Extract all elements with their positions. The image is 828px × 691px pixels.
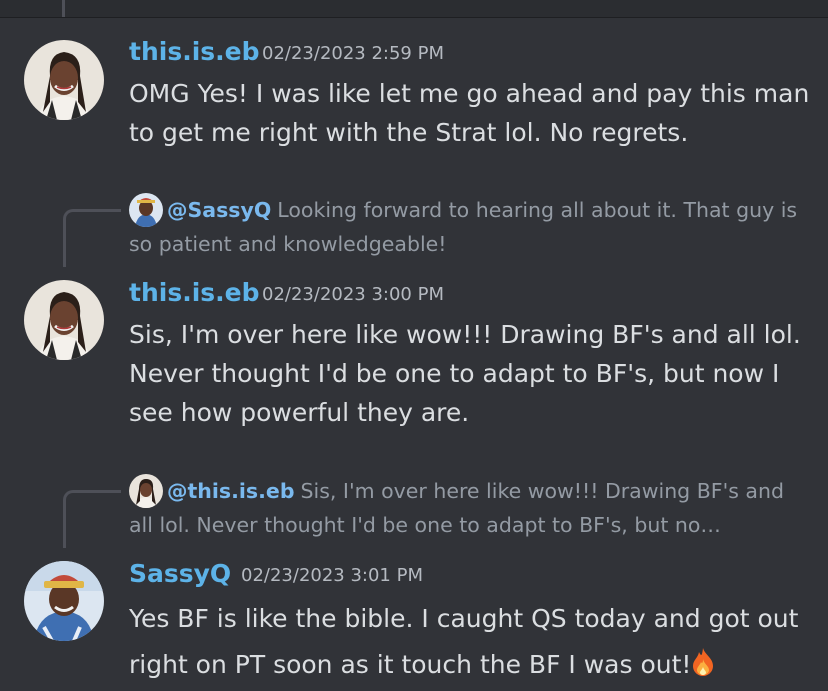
message-timestamp: 02/23/2023 2:59 PM [262,43,444,64]
avatar-this-is-eb-icon [24,40,104,120]
reply-mention[interactable]: @SassyQ [167,198,271,222]
author-name[interactable]: this.is.eb [129,37,260,66]
avatar-this-is-eb-icon [24,280,104,360]
fire-emoji-icon [693,648,714,676]
message-text: OMG Yes! I was like let me go ahead and … [129,79,810,147]
author-name[interactable]: SassyQ [129,559,231,588]
reply-spine [63,209,121,267]
reply-spine [63,490,121,548]
reply-mention[interactable]: @this.is.eb [167,479,295,503]
avatar[interactable] [24,561,104,641]
avatar-sassyq-icon [24,561,104,641]
avatar[interactable] [24,280,104,360]
reply-preview[interactable]: @this.is.eb Sis, I'm over here like wow!!… [129,474,809,542]
reply-spine-stub [62,0,65,17]
message-timestamp: 02/23/2023 3:01 PM [241,565,423,586]
previous-message-strip [0,0,828,18]
author-name[interactable]: this.is.eb [129,278,260,307]
message-text: Sis, I'm over here like wow!!! Drawing B… [129,320,801,427]
reply-preview[interactable]: @SassyQ Looking forward to hearing all ab… [129,193,809,261]
avatar[interactable] [24,40,104,120]
message-text: Yes BF is like the bible. I caught QS to… [129,596,819,688]
message-timestamp: 02/23/2023 3:00 PM [262,284,444,305]
